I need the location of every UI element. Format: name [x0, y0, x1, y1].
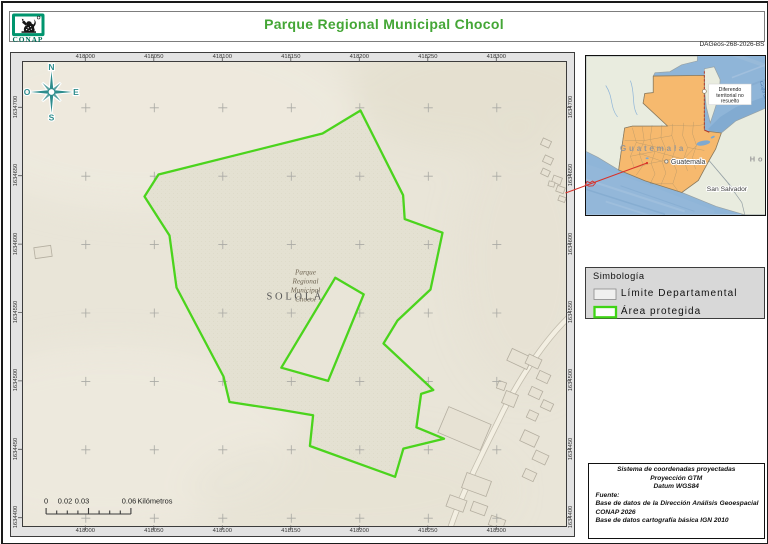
svg-text:Ho: Ho [749, 155, 765, 164]
svg-text:San Salvador: San Salvador [706, 186, 747, 193]
svg-text:resuelto: resuelto [720, 99, 739, 105]
